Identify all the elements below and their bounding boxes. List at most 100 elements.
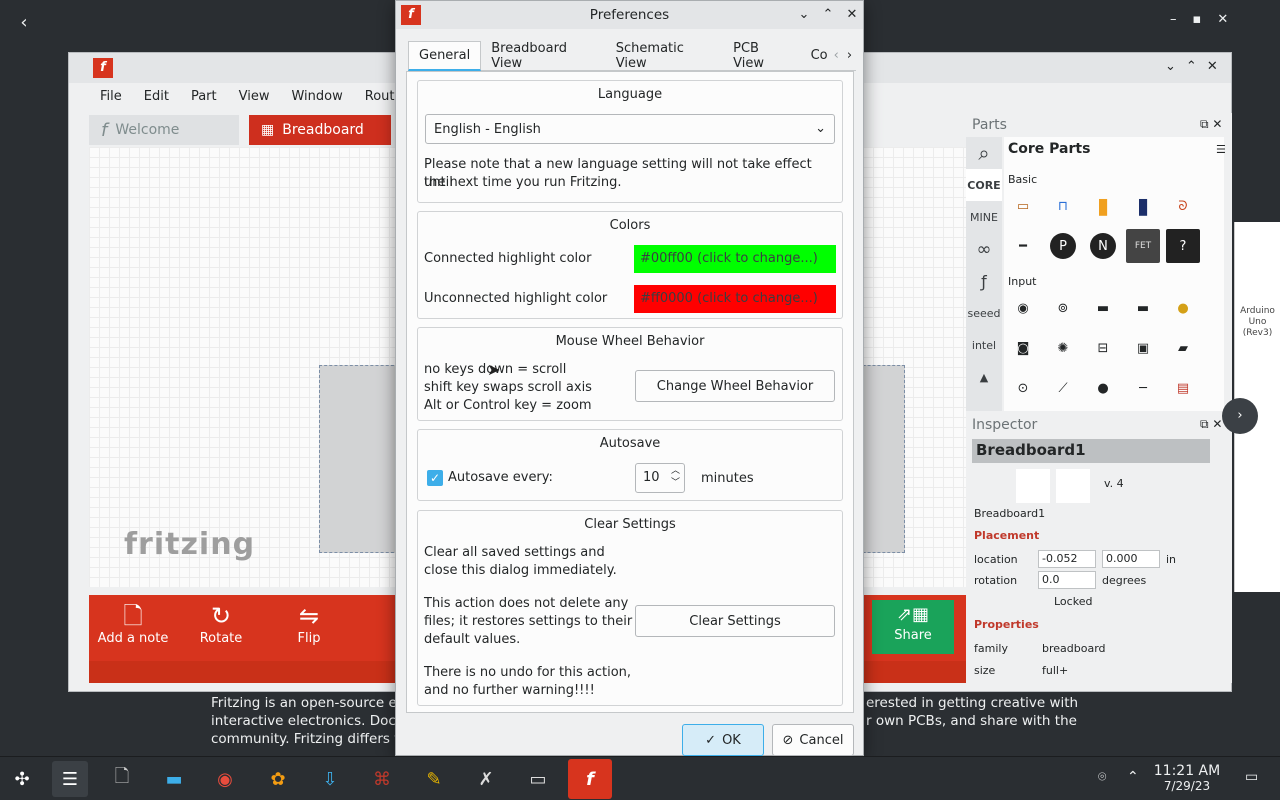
clear-settings-button[interactable]: Clear Settings (635, 605, 835, 637)
fritzing-bin-icon[interactable]: ƒ (966, 265, 1002, 297)
chevron-up-icon[interactable]: ⌃ (1127, 769, 1139, 785)
maximize-icon[interactable]: ⌃ (818, 7, 838, 22)
menu-part[interactable]: Part (180, 85, 228, 111)
window-icon[interactable]: ▭ (520, 761, 556, 797)
intel-icon[interactable]: intel (966, 329, 1002, 361)
location-x-field[interactable]: -0.052 (1038, 550, 1096, 568)
tab-general[interactable]: General (408, 41, 482, 71)
menu-edit[interactable]: Edit (133, 85, 180, 111)
dip-switch-icon[interactable]: ✺ (1046, 331, 1080, 365)
app-launcher-icon[interactable]: ✣ (4, 761, 40, 797)
pot-strip-icon[interactable]: ▬ (1126, 291, 1160, 325)
cancel-button[interactable]: ⊘ Cancel (772, 724, 854, 756)
show-desktop-icon[interactable]: ▭ (1245, 769, 1258, 785)
size-select[interactable]: full+ (1042, 664, 1068, 677)
rotary-encoder-icon[interactable]: ◙ (1006, 331, 1040, 365)
autosave-checkbox[interactable]: ✓ (427, 470, 443, 486)
spin-arrows-icon[interactable]: ︿ ﹀ (671, 465, 680, 489)
connected-color-button[interactable]: #00ff00 (click to change...) (634, 245, 836, 273)
diode-icon[interactable]: ━ (1006, 229, 1040, 263)
encoder-icon[interactable]: ⊙ (1006, 371, 1040, 405)
x-app-icon[interactable]: ✗ (468, 761, 504, 797)
system-settings-icon[interactable]: ☰ (52, 761, 88, 797)
close-icon[interactable]: ✕ (842, 7, 862, 22)
tab-code-view[interactable]: Co (800, 41, 830, 71)
ok-button[interactable]: ✓ OK (682, 724, 764, 756)
npn-transistor-icon[interactable]: N (1090, 233, 1116, 259)
switch-icon[interactable]: ⊟ (1086, 331, 1120, 365)
bin-mine[interactable]: MINE (966, 201, 1002, 233)
bin-core[interactable]: CORE (966, 169, 1002, 201)
bin-menu-icon[interactable]: ☰ (1216, 143, 1226, 156)
sensor-disc-icon[interactable]: ● (1166, 291, 1200, 325)
minimize-icon[interactable]: – (1170, 12, 1177, 27)
location-y-field[interactable]: 0.000 (1102, 550, 1160, 568)
breadboard-part[interactable] (319, 365, 399, 553)
ceramic-capacitor-icon[interactable]: ⊓ (1046, 189, 1080, 223)
potentiometer-icon[interactable]: ◉ (1006, 291, 1040, 325)
capacitor-blue-icon[interactable]: ▮ (1126, 189, 1160, 223)
locked-checkbox[interactable]: Locked (1054, 595, 1092, 608)
tab-breadboard[interactable]: ▦ Breadboard (249, 115, 391, 145)
add-note-button[interactable]: 🗋 Add a note (89, 595, 177, 661)
chrome-icon[interactable]: ◉ (207, 761, 243, 797)
float-icon[interactable]: ⧉ (1200, 117, 1209, 131)
flip-button[interactable]: ⇋ Flip (265, 595, 353, 661)
network-icon[interactable]: ⌾ (1098, 769, 1106, 785)
close-icon[interactable]: ✕ (1212, 117, 1222, 131)
photos-icon[interactable]: ✿ (260, 761, 296, 797)
downloads-icon[interactable]: ⇩ (312, 761, 348, 797)
file-icon[interactable]: 🗋 (104, 761, 140, 797)
pdf-viewer-icon[interactable]: ⌘ (364, 761, 400, 797)
rotation-field[interactable]: 0.0 (1038, 571, 1096, 589)
paint-icon[interactable]: ✎ (416, 761, 452, 797)
search-icon[interactable]: ⌕ (966, 137, 1002, 169)
sensor-module-icon[interactable]: ▤ (1166, 371, 1200, 405)
piezo-icon[interactable]: ● (1086, 371, 1120, 405)
mosfet-icon[interactable]: FET (1126, 229, 1160, 263)
change-wheel-behavior-button[interactable]: Change Wheel Behavior (635, 370, 835, 402)
menu-window[interactable]: Window (280, 85, 353, 111)
unconnected-color-button[interactable]: #ff0000 (click to change...) (634, 285, 836, 313)
autosave-minutes-spinbox[interactable]: 10 ︿ ﹀ (635, 463, 685, 493)
tab-pcb-view[interactable]: PCB View (723, 41, 801, 71)
arduino-icon[interactable]: ∞ (966, 233, 1002, 265)
clock[interactable]: 11:21 AM 7/29/23 (1150, 763, 1224, 793)
close-icon[interactable]: ✕ (1212, 417, 1222, 431)
tab-schematic-view[interactable]: Schematic View (605, 41, 724, 71)
folder-icon[interactable]: ▬ (156, 761, 192, 797)
seeed-icon[interactable]: seeed (966, 297, 1002, 329)
pnp-transistor-icon[interactable]: P (1050, 233, 1076, 259)
rotary-pot-icon[interactable]: ⊚ (1046, 291, 1080, 325)
resistor-icon[interactable]: ▭ (1006, 189, 1040, 223)
menu-file[interactable]: File (89, 85, 133, 111)
slide-pot-icon[interactable]: ▬ (1086, 291, 1120, 325)
language-select[interactable]: English - English ⌄ (425, 114, 835, 144)
toggle-switch-icon[interactable]: ▰ (1166, 331, 1200, 365)
tab-breadboard-view[interactable]: Breadboard View (481, 41, 606, 71)
maximize-icon[interactable]: ⌃ (1186, 59, 1197, 74)
tab-scroll-left-icon[interactable]: ‹ (829, 41, 843, 71)
minimize-icon[interactable]: ⌄ (1165, 59, 1176, 74)
wire-icon[interactable]: ─ (1126, 371, 1160, 405)
mystery-part-icon[interactable]: ? (1166, 229, 1200, 263)
tab-scroll-right-icon[interactable]: › (842, 41, 857, 71)
fritzing-taskbar-icon[interactable]: f (568, 759, 612, 799)
restore-icon[interactable]: ▪ (1193, 12, 1202, 27)
rotate-button[interactable]: ↻ Rotate (177, 595, 265, 661)
menu-view[interactable]: View (228, 85, 281, 111)
breadboard-canvas[interactable] (89, 147, 399, 587)
share-button[interactable]: ⇗▦ Share (872, 600, 954, 654)
close-icon[interactable]: ✕ (1207, 59, 1218, 74)
inspector-part-title[interactable]: Breadboard1 (972, 439, 1210, 463)
bin-scroll-icon[interactable]: ▲ (966, 361, 1002, 393)
minimize-icon[interactable]: ⌄ (794, 7, 814, 22)
float-icon[interactable]: ⧉ (1200, 417, 1209, 431)
pushbutton-icon[interactable]: ▣ (1126, 331, 1160, 365)
electrolytic-capacitor-icon[interactable]: ▮ (1086, 189, 1120, 223)
back-arrow-icon[interactable]: ‹ (14, 12, 34, 33)
tab-welcome[interactable]: f Welcome (89, 115, 239, 145)
next-arrow-icon[interactable]: › (1222, 398, 1258, 434)
inductor-icon[interactable]: ᘐ (1166, 189, 1200, 223)
tilt-sensor-icon[interactable]: ⟋ (1046, 371, 1080, 405)
